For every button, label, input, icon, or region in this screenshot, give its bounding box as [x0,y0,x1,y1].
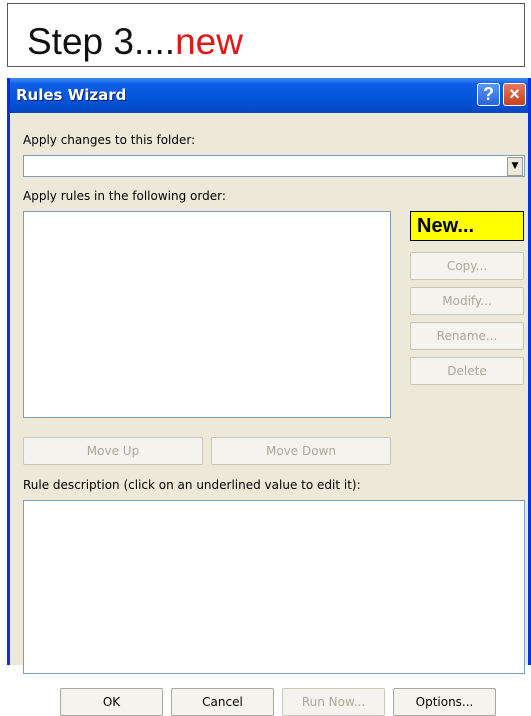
close-button[interactable]: × [503,83,526,106]
folder-dropdown[interactable]: ▼ [23,155,525,177]
cancel-button[interactable]: Cancel [171,688,274,716]
delete-button[interactable]: Delete [410,357,524,385]
ok-button[interactable]: OK [60,688,163,716]
caption-text: Step 3....new [27,20,243,64]
new-button[interactable]: New... [410,211,524,241]
description-label: Rule description (click on an underlined… [23,478,361,492]
move-up-button[interactable]: Move Up [23,437,203,465]
move-down-button[interactable]: Move Down [211,437,391,465]
modify-button[interactable]: Modify... [410,287,524,315]
rule-description-box[interactable] [23,500,525,674]
step-caption: Step 3....new [7,3,525,67]
folder-label: Apply changes to this folder: [23,133,196,147]
rules-list[interactable] [23,211,391,418]
caption-main-text: Step 3.... [27,21,176,62]
dialog-title: Rules Wizard [16,86,127,104]
caption-accent-text: new [175,21,243,62]
chevron-down-icon[interactable]: ▼ [507,157,523,176]
copy-button[interactable]: Copy... [410,252,524,280]
help-button[interactable]: ? [477,83,500,106]
title-bar: Rules Wizard ? × [10,78,528,113]
rules-wizard-dialog: Rules Wizard ? × Apply changes to this f… [7,78,531,716]
run-now-button[interactable]: Run Now... [282,688,385,716]
rename-button[interactable]: Rename... [410,322,524,350]
options-button[interactable]: Options... [393,688,496,716]
order-label: Apply rules in the following order: [23,189,226,203]
